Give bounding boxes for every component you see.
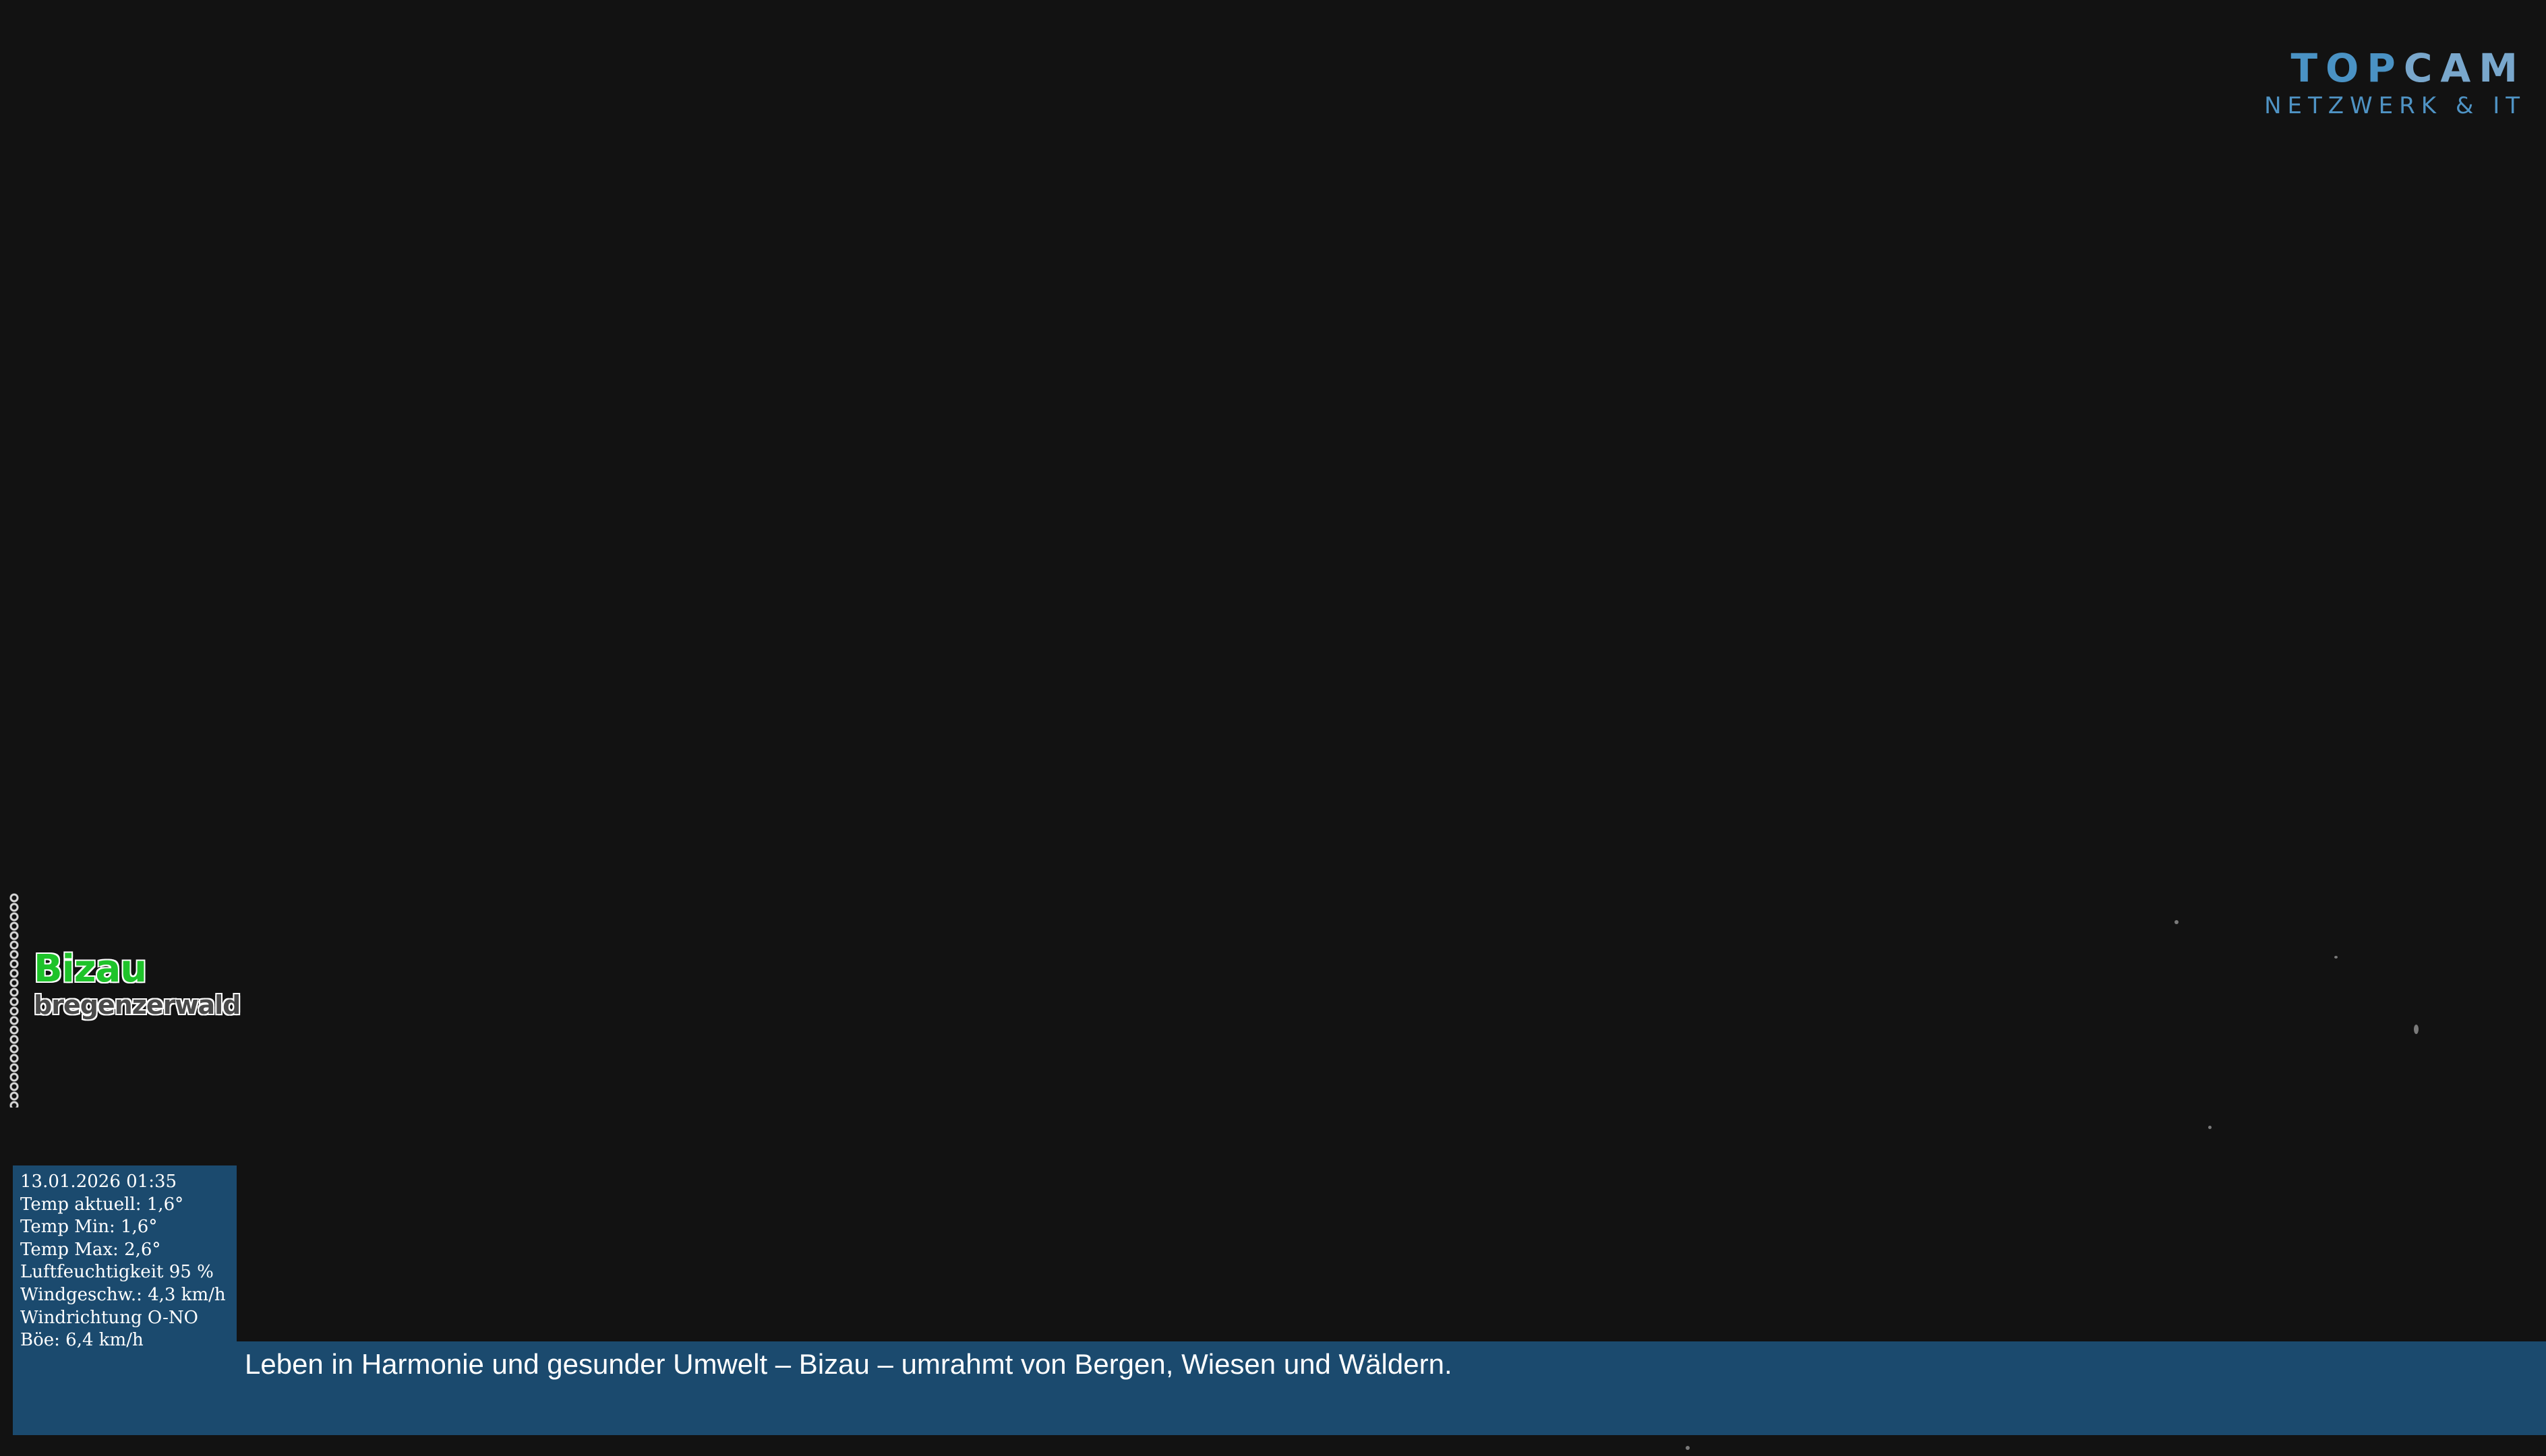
sky-speck <box>2334 956 2338 959</box>
weather-temp-min: Temp Min: 1,6° <box>20 1217 158 1238</box>
brand-name-part1: TOP <box>2290 45 2404 91</box>
sky-speck <box>2174 920 2179 924</box>
weather-humidity: Luftfeuchtigkeit 95 % <box>20 1262 214 1283</box>
caption-text: Leben in Harmonie und gesunder Umwelt – … <box>245 1348 1452 1380</box>
brand-name-part2: CAM <box>2403 45 2526 91</box>
weather-timestamp: 13.01.2026 01:35 <box>20 1172 177 1192</box>
brand-name: TOPCAM <box>2290 49 2526 88</box>
weather-gust: Böe: 6,4 km/h <box>20 1330 144 1351</box>
sky-speck <box>2208 1126 2212 1129</box>
chain-decoration-icon <box>9 893 19 1108</box>
location-name: Bizau <box>34 947 147 991</box>
topcam-logo: TOPCAM NETZWERK & IT <box>2264 49 2526 117</box>
weather-wind-speed: Windgeschw.: 4,3 km/h <box>20 1284 226 1305</box>
location-region: bregenzerwald <box>34 990 241 1020</box>
sky-speck <box>1686 1446 1690 1450</box>
location-logo: Bizau bregenzerwald <box>34 947 241 1020</box>
weather-temp-max: Temp Max: 2,6° <box>20 1239 161 1260</box>
sky-speck <box>2414 1025 2419 1034</box>
weather-wind-direction: Windrichtung O-NO <box>20 1307 198 1328</box>
webcam-view: TOPCAM NETZWERK & IT Bizau bregenzerwald… <box>0 0 2546 1456</box>
weather-temp-current: Temp aktuell: 1,6° <box>20 1194 184 1215</box>
weather-panel: 13.01.2026 01:35 Temp aktuell: 1,6° Temp… <box>13 1165 237 1435</box>
caption-banner: Leben in Harmonie und gesunder Umwelt – … <box>237 1341 2546 1435</box>
brand-tagline: NETZWERK & IT <box>2264 92 2526 119</box>
